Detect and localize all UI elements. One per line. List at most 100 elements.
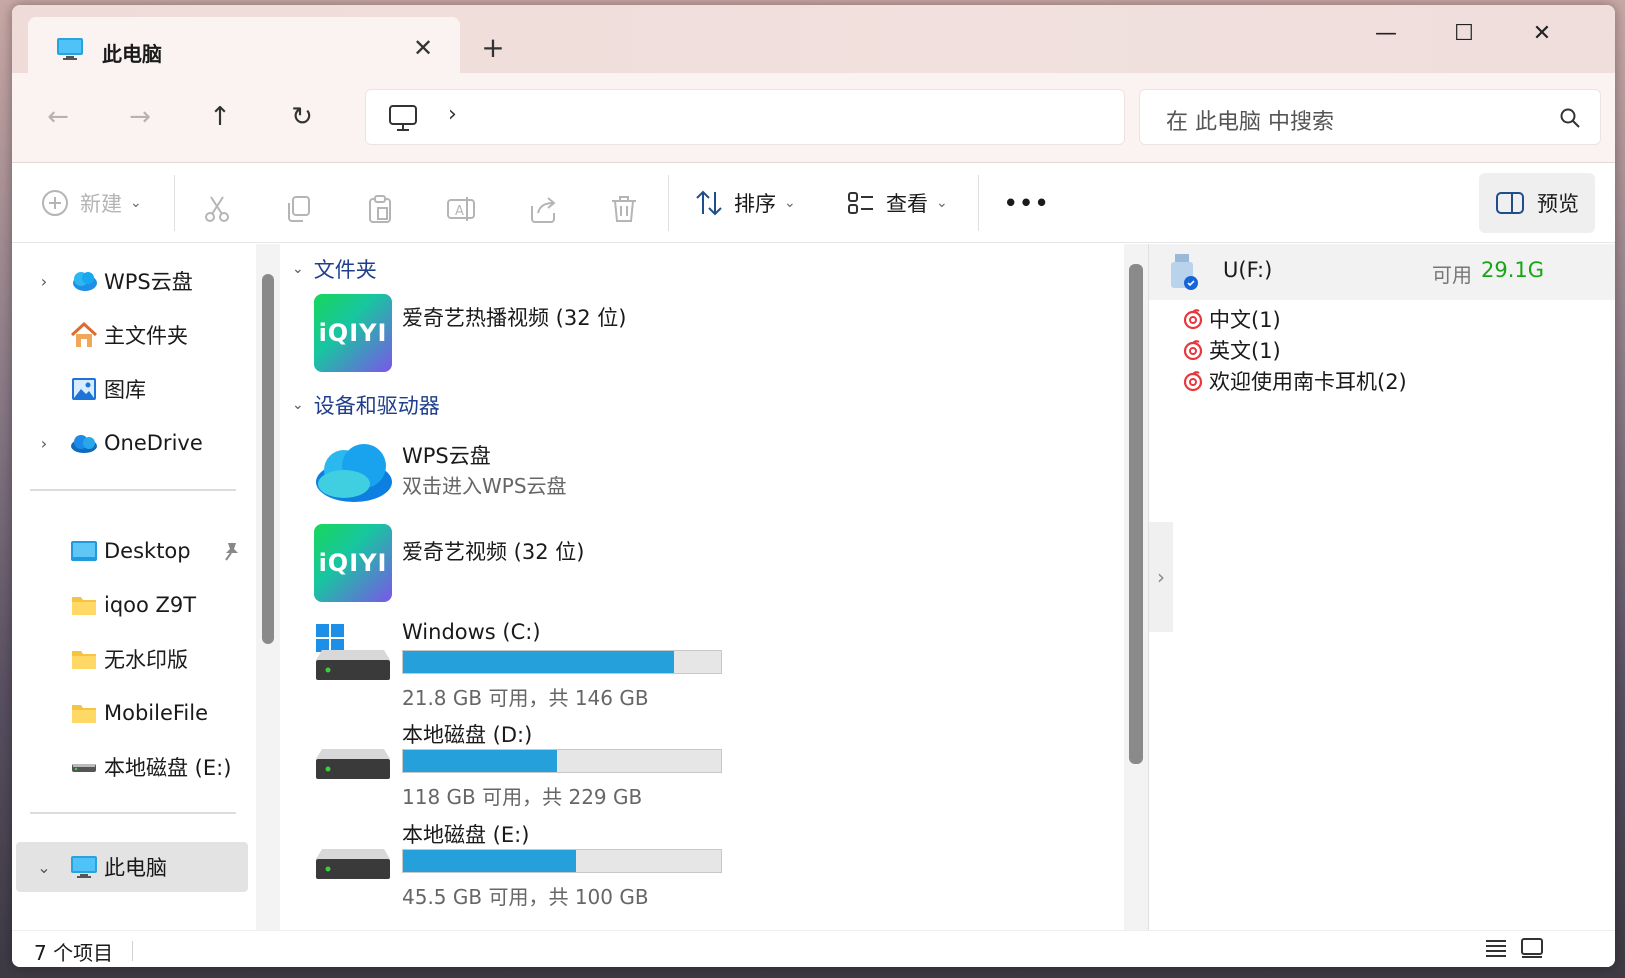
available-label: 可用 (1432, 263, 1472, 287)
copy-icon[interactable] (284, 187, 314, 231)
breadcrumb-chevron-icon[interactable]: › (448, 102, 457, 127)
new-tab-button[interactable]: + (478, 33, 508, 63)
folder-icon (72, 597, 96, 615)
preview-pane: U(F:) 可用 29.1G 中文(1) 英文(1) 欢迎使用南卡耳机(2) › (1148, 244, 1615, 930)
view-label: 查看 (886, 192, 928, 216)
drive-usage-bar (402, 650, 722, 674)
windows-drive-icon (316, 624, 390, 680)
preview-file-item[interactable]: 中文(1) (1183, 304, 1281, 334)
sidebar-item-label: 主文件夹 (104, 324, 188, 348)
share-icon[interactable] (528, 187, 558, 231)
sidebar-item-label: 无水印版 (104, 648, 188, 672)
preview-file-item[interactable]: 欢迎使用南卡耳机(2) (1183, 366, 1407, 396)
preview-label: 预览 (1537, 192, 1579, 216)
close-tab-button[interactable]: ✕ (408, 33, 438, 63)
sidebar-item-label: WPS云盘 (104, 270, 193, 294)
back-button[interactable]: ← (38, 97, 78, 137)
chevron-down-icon: ⌄ (130, 195, 142, 211)
item-name: 本地磁盘 (D:) (402, 723, 533, 747)
preview-pane-icon (1496, 192, 1524, 214)
sidebar-item-label: Desktop (104, 539, 191, 563)
preview-file-name: 欢迎使用南卡耳机(2) (1209, 370, 1407, 394)
sidebar-item-label: iqoo Z9T (104, 593, 197, 617)
item-subtitle: 45.5 GB 可用，共 100 GB (402, 885, 649, 909)
minimize-button[interactable]: — (1364, 17, 1408, 51)
sidebar-divider (30, 812, 236, 814)
search-box[interactable]: 在 此电脑 中搜索 (1139, 89, 1601, 145)
view-button[interactable]: 查看 ⌄ (846, 181, 948, 225)
folders-group-header[interactable]: ⌄ 文件夹 (292, 254, 377, 284)
sidebar-item-wps-cloud[interactable]: › WPS云盘 (12, 256, 252, 306)
rename-icon[interactable]: A (446, 187, 476, 231)
toolbar-divider (668, 175, 669, 231)
tab-this-pc[interactable]: 此电脑 ✕ (28, 17, 460, 79)
toolbar-divider (978, 175, 979, 231)
monitor-icon (389, 105, 417, 131)
refresh-button[interactable]: ↻ (282, 97, 322, 137)
sidebar-item-folder[interactable]: MobileFile (12, 688, 252, 738)
this-pc-icon (57, 38, 83, 60)
sidebar-item-desktop[interactable]: Desktop (12, 526, 252, 576)
preview-file-item[interactable]: 英文(1) (1183, 335, 1281, 365)
sidebar-item-drive-e[interactable]: 本地磁盘 (E:) (12, 742, 252, 792)
delete-icon[interactable] (609, 187, 639, 231)
details-view-icon[interactable] (1484, 937, 1508, 959)
preview-file-name: 英文(1) (1209, 339, 1281, 363)
file-explorer-window: 此电脑 ✕ + — ☐ ✕ ← → ↑ ↻ › 在 此电脑 中搜索 新建 ⌄ A… (12, 5, 1615, 967)
group-title: 设备和驱动器 (313, 394, 440, 418)
toolbar-divider (174, 175, 175, 231)
sidebar-item-onedrive[interactable]: › OneDrive (12, 418, 252, 468)
scrollbar-thumb[interactable] (1129, 264, 1143, 764)
scrollbar-thumb[interactable] (262, 274, 274, 644)
title-bar: 此电脑 ✕ + — ☐ ✕ (12, 5, 1615, 79)
chevron-down-icon[interactable]: ⌄ (36, 858, 52, 877)
sidebar-item-folder[interactable]: 无水印版 (12, 634, 252, 684)
chevron-right-icon[interactable]: › (36, 272, 52, 291)
chevron-down-icon: ⌄ (292, 397, 304, 413)
sidebar-divider (30, 489, 236, 491)
drive-usage-bar (402, 749, 722, 773)
sort-icon (696, 190, 722, 216)
sidebar-scrollbar[interactable] (256, 244, 280, 930)
new-button[interactable]: 新建 ⌄ (40, 181, 142, 225)
sidebar-item-this-pc[interactable]: ⌄ 此电脑 (16, 842, 248, 892)
sidebar-item-label: 此电脑 (104, 856, 167, 880)
devices-group-header[interactable]: ⌄ 设备和驱动器 (292, 390, 440, 420)
sidebar-item-label: MobileFile (104, 701, 209, 725)
chevron-right-icon[interactable]: › (36, 434, 52, 453)
pin-icon[interactable] (222, 541, 240, 561)
address-bar[interactable]: › (365, 89, 1125, 145)
forward-button[interactable]: → (120, 97, 160, 137)
status-bar: 7 个项目 (12, 930, 1615, 967)
item-subtitle: 118 GB 可用，共 229 GB (402, 785, 643, 809)
sidebar-item-gallery[interactable]: 图库 (12, 364, 252, 414)
collapse-preview-button[interactable]: › (1149, 522, 1173, 632)
this-pc-icon (71, 856, 97, 878)
drive-usage-fill (403, 651, 674, 673)
search-icon (1560, 108, 1580, 128)
content-scrollbar[interactable] (1124, 244, 1148, 930)
item-count: 7 个项目 (34, 941, 114, 965)
folder-icon (72, 651, 96, 669)
tab-title: 此电脑 (102, 42, 162, 66)
search-input[interactable]: 在 此电脑 中搜索 (1166, 104, 1334, 136)
sidebar-item-label: OneDrive (104, 431, 203, 455)
sidebar-item-home[interactable]: 主文件夹 (12, 310, 252, 360)
maximize-button[interactable]: ☐ (1442, 17, 1486, 51)
close-window-button[interactable]: ✕ (1520, 17, 1564, 51)
desktop-icon (71, 541, 97, 561)
sort-button[interactable]: 排序 ⌄ (694, 181, 796, 225)
command-bar: 新建 ⌄ A 排序 ⌄ 查看 ⌄ ••• 预览 (12, 163, 1615, 243)
paste-icon[interactable] (365, 187, 395, 231)
navigation-bar: ← → ↑ ↻ › 在 此电脑 中搜索 (12, 73, 1615, 163)
up-button[interactable]: ↑ (200, 97, 240, 137)
cut-icon[interactable] (202, 187, 232, 231)
sidebar-item-folder[interactable]: iqoo Z9T (12, 580, 252, 630)
more-options-button[interactable]: ••• (1004, 181, 1050, 225)
status-divider (132, 941, 133, 961)
large-icons-view-icon[interactable] (1520, 937, 1544, 959)
item-name: 爱奇艺视频 (32 位) (402, 540, 585, 564)
gallery-icon (72, 378, 96, 400)
svg-text:A: A (455, 204, 464, 219)
preview-pane-button[interactable]: 预览 (1479, 173, 1595, 233)
